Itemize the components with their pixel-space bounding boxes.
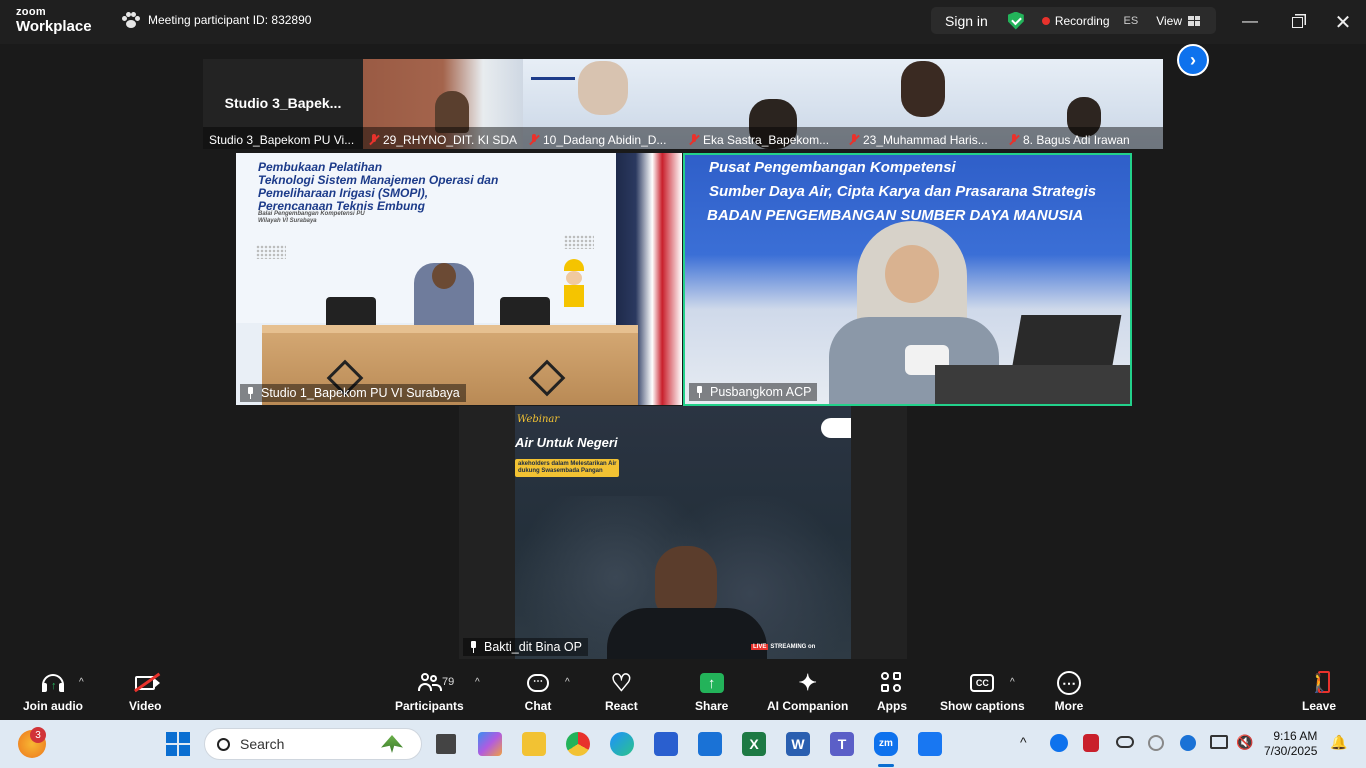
- share-button[interactable]: ↑ Share: [695, 669, 728, 713]
- apps-button[interactable]: Apps: [877, 669, 907, 713]
- muted-mic-icon: [369, 133, 379, 146]
- chevron-up-icon[interactable]: ^: [1020, 734, 1027, 750]
- security-shield-icon[interactable]: [1007, 11, 1024, 30]
- leave-icon: 🚶: [1308, 671, 1331, 693]
- title-controls: Sign in Recording ES View: [931, 7, 1216, 34]
- mascot: [554, 259, 594, 311]
- notification-badge: 3: [30, 727, 46, 743]
- muted-mic-icon: [529, 133, 539, 146]
- tray-app-icon[interactable]: [1148, 735, 1164, 751]
- recording-status[interactable]: Recording: [1055, 14, 1110, 28]
- chevron-up-icon[interactable]: ^: [1010, 677, 1015, 688]
- more-button[interactable]: ⋯ More: [1054, 669, 1084, 713]
- video-tile-studio1[interactable]: Pembukaan Pelatihan Teknologi Sistem Man…: [236, 153, 682, 405]
- logo-badge: [821, 418, 851, 438]
- headphones-icon: ↑: [38, 669, 68, 697]
- participant-body: [607, 608, 767, 659]
- pdf-tray-icon[interactable]: [1083, 734, 1099, 752]
- strip-tile-bagus[interactable]: 8. Bagus Adi Irawan: [1003, 59, 1163, 149]
- chevron-up-icon[interactable]: ^: [475, 677, 480, 688]
- muted-mic-icon: [689, 133, 699, 146]
- video-tile-pusbangkom[interactable]: Pusat Pengembangan Kompetensi Sumber Day…: [683, 153, 1132, 406]
- pin-icon: [469, 641, 478, 653]
- apps-icon: [877, 669, 907, 697]
- chrome-icon[interactable]: [566, 732, 590, 756]
- grid-view-icon: [1188, 15, 1200, 26]
- mail-icon[interactable]: [698, 732, 722, 756]
- more-icon: ⋯: [1054, 669, 1084, 697]
- show-captions-button[interactable]: CC Show captions: [940, 669, 1025, 713]
- muted-mic-icon: [849, 133, 859, 146]
- close-icon[interactable]: ✕: [1331, 10, 1355, 34]
- participants-icon: [414, 669, 444, 697]
- restore-icon[interactable]: [1285, 10, 1309, 34]
- media-player-icon[interactable]: [918, 732, 942, 756]
- onedrive-icon[interactable]: [1116, 736, 1134, 748]
- clock[interactable]: 9:16 AM 7/30/2025: [1264, 729, 1317, 759]
- file-explorer-icon[interactable]: [522, 732, 546, 756]
- security-tray-icon[interactable]: [1180, 735, 1196, 751]
- strip-tile-dadang[interactable]: 10_Dadang Abidin_D...: [523, 59, 683, 149]
- chair: [326, 297, 376, 325]
- meeting-id[interactable]: Meeting participant ID: 832890: [122, 12, 311, 28]
- network-icon[interactable]: [1210, 735, 1228, 749]
- minimize-icon[interactable]: —: [1238, 10, 1262, 34]
- task-view-icon[interactable]: [436, 734, 456, 754]
- leave-button[interactable]: 🚶 Leave: [1302, 669, 1336, 713]
- title-bar: zoom Workplace Meeting participant ID: 8…: [0, 0, 1366, 44]
- strip-tile-rhyno[interactable]: 29_RHYNO_DIT. KI SDA: [363, 59, 523, 149]
- chat-button[interactable]: ⋯ Chat: [523, 669, 553, 713]
- participant-face: [578, 61, 628, 115]
- strip-tile-muhammad[interactable]: 23_Muhammad Haris...: [843, 59, 1003, 149]
- closed-captions-icon: CC: [967, 669, 997, 697]
- heart-icon: ♡: [610, 669, 633, 697]
- strip-tile-studio3[interactable]: Studio 3_Bapek... Studio 3_Bapekom PU Vi…: [203, 59, 363, 149]
- teams-icon[interactable]: T: [830, 732, 854, 756]
- sign-in-button[interactable]: Sign in: [945, 13, 988, 29]
- windows-taskbar: 3 Search X W T zm ^ 🔇 9:16 AM 7/30/2025 …: [0, 720, 1366, 768]
- participant-count: 79: [442, 676, 455, 688]
- participant-face: [885, 245, 939, 303]
- join-audio-button[interactable]: ↑ Join audio: [23, 669, 83, 713]
- react-button[interactable]: ♡ React: [605, 669, 638, 714]
- participant-strip: Studio 3_Bapek... Studio 3_Bapekom PU Vi…: [0, 44, 1366, 152]
- ai-companion-button[interactable]: ✦ AI Companion: [767, 669, 848, 713]
- share-screen-icon: ↑: [697, 669, 727, 697]
- participant-face: [901, 61, 945, 117]
- paw-icon: [122, 12, 140, 28]
- video-button[interactable]: Video: [129, 669, 161, 713]
- view-button[interactable]: View: [1156, 14, 1200, 28]
- search-icon: [217, 737, 230, 751]
- strip-tile-eka[interactable]: Eka Sastra_Bapekom...: [683, 59, 843, 149]
- video-off-icon: [130, 669, 161, 697]
- copilot-icon[interactable]: [478, 732, 502, 756]
- chevron-right-icon: ›: [1190, 49, 1196, 70]
- speaker-muted-icon[interactable]: 🔇: [1236, 734, 1253, 751]
- zoom-tray-icon[interactable]: [1050, 734, 1068, 752]
- word-icon[interactable]: W: [786, 732, 810, 756]
- desk: [935, 365, 1130, 404]
- chevron-up-icon[interactable]: ^: [79, 677, 84, 688]
- pin-icon: [246, 387, 255, 399]
- next-page-button[interactable]: ›: [1177, 44, 1209, 76]
- notifications-icon[interactable]: 🔔: [1330, 734, 1347, 751]
- language-indicator[interactable]: ES: [1124, 15, 1139, 27]
- muted-mic-icon: [1009, 133, 1019, 146]
- recording-dot-icon: [1041, 16, 1050, 25]
- excel-icon[interactable]: X: [742, 732, 766, 756]
- edge-icon[interactable]: [610, 732, 634, 756]
- pin-icon: [695, 386, 704, 398]
- zoom-app-icon[interactable]: zm: [874, 732, 898, 756]
- chevron-up-icon[interactable]: ^: [565, 677, 570, 688]
- meeting-toolbar: ↑ Join audio ^ Video Participants 79 ^ ⋯…: [0, 661, 1366, 720]
- zoom-logo: zoom Workplace: [16, 6, 92, 35]
- store-icon[interactable]: [654, 732, 678, 756]
- chair: [500, 297, 550, 325]
- plant-icon: [381, 735, 403, 753]
- video-tile-bakti[interactable]: Webinar Air Untuk Negeri akeholders dala…: [459, 406, 907, 659]
- windows-start-icon[interactable]: [166, 732, 190, 756]
- sparkle-icon: ✦: [798, 670, 817, 695]
- chat-icon: ⋯: [523, 669, 553, 697]
- taskbar-search[interactable]: Search: [204, 728, 422, 760]
